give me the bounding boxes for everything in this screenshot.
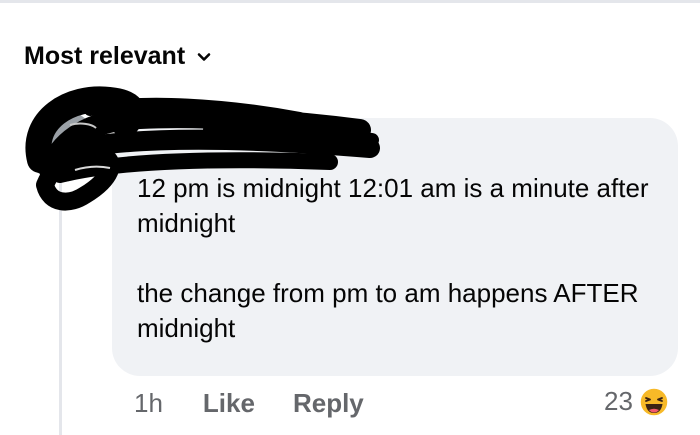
avatar[interactable] <box>26 110 98 182</box>
comment-paragraph: 12 pm is midnight 12:01 am is a minute a… <box>137 173 649 238</box>
comment-paragraph: the change from pm to am happens AFTER m… <box>137 278 639 343</box>
comment-actions: 1h Like Reply <box>134 388 364 419</box>
comment-timestamp[interactable]: 1h <box>134 388 163 419</box>
thread-line <box>59 178 62 435</box>
like-button[interactable]: Like <box>203 388 255 419</box>
chevron-down-icon <box>197 52 211 61</box>
reaction-count: 23 <box>604 386 633 416</box>
reply-button[interactable]: Reply <box>293 388 364 419</box>
divider <box>0 0 700 3</box>
reaction-summary[interactable]: 23 <box>604 386 669 417</box>
comment-body: 12 pm is midnight 12:01 am is a minute a… <box>137 171 657 346</box>
haha-emoji-icon <box>639 386 669 417</box>
sort-dropdown[interactable]: Most relevant <box>24 42 212 71</box>
sort-label: Most relevant <box>24 42 186 70</box>
comment-screenshot: Most relevant 12 pm is midnight 12:01 am… <box>0 0 700 435</box>
